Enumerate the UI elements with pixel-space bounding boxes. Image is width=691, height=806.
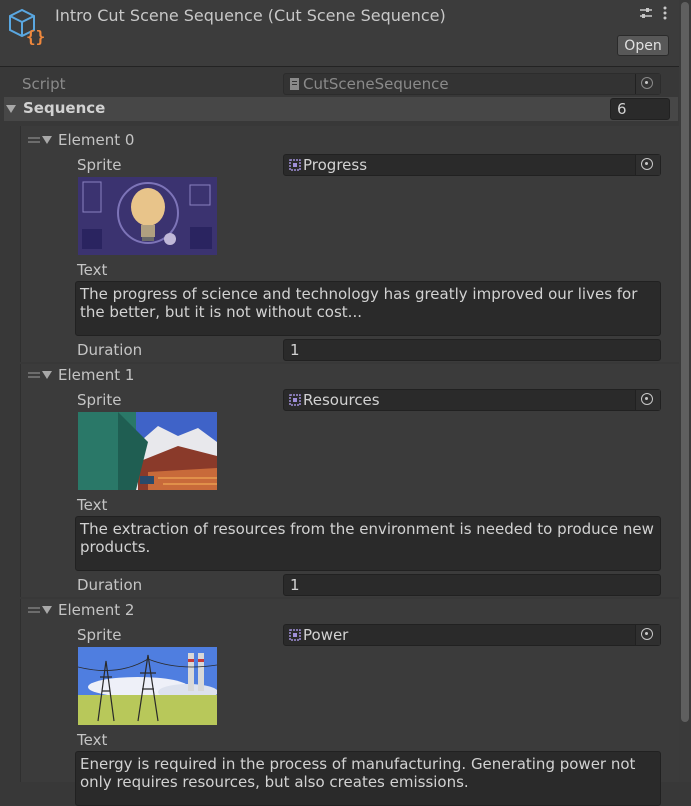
drag-handle-icon[interactable] <box>28 372 40 378</box>
sprite-value: Resources <box>303 391 380 409</box>
cs-script-icon <box>290 78 299 90</box>
text-label: Text <box>77 731 108 749</box>
element-label[interactable]: Element 1 <box>58 366 134 384</box>
window-title: Intro Cut Scene Sequence (Cut Scene Sequ… <box>55 6 446 25</box>
object-picker-icon[interactable] <box>635 625 660 645</box>
sequence-label: Sequence <box>23 99 106 117</box>
script-value: CutSceneSequence <box>303 75 449 93</box>
sequence-foldout[interactable]: Sequence <box>4 97 678 121</box>
scrollbar-thumb[interactable] <box>681 2 689 722</box>
sprite-icon <box>289 159 301 171</box>
foldout-arrow-icon[interactable] <box>42 606 52 614</box>
sprite-preview-image <box>78 177 217 255</box>
sprite-field[interactable]: Progress <box>283 154 661 176</box>
text-area[interactable]: The progress of science and technology h… <box>75 281 661 336</box>
sprite-field[interactable]: Power <box>283 624 661 646</box>
sprite-value: Power <box>303 626 349 644</box>
open-button[interactable]: Open <box>617 35 669 56</box>
sprite-label: Sprite <box>77 156 122 174</box>
sprite-preview-image <box>78 412 217 490</box>
svg-text:{}: {} <box>26 27 45 46</box>
script-field: CutSceneSequence <box>283 73 661 95</box>
sequence-size-field[interactable]: 6 <box>610 98 670 120</box>
element-label[interactable]: Element 2 <box>58 601 134 619</box>
duration-field[interactable]: 1 <box>283 574 661 596</box>
text-area[interactable]: Energy is required in the process of man… <box>75 751 661 806</box>
sprite-label: Sprite <box>77 626 122 644</box>
element-label[interactable]: Element 0 <box>58 131 134 149</box>
foldout-arrow-icon[interactable] <box>42 136 52 144</box>
text-area[interactable]: The extraction of resources from the env… <box>75 516 661 571</box>
text-label: Text <box>77 496 108 514</box>
object-picker-icon[interactable] <box>635 390 660 410</box>
script-picker-icon <box>635 74 660 94</box>
foldout-arrow-icon[interactable] <box>42 371 52 379</box>
kebab-menu-icon[interactable] <box>657 6 673 24</box>
duration-label: Duration <box>77 341 143 359</box>
sprite-icon <box>289 394 301 406</box>
foldout-arrow-icon[interactable] <box>6 105 16 113</box>
text-label: Text <box>77 261 108 279</box>
duration-field[interactable]: 1 <box>283 339 661 361</box>
sprite-field[interactable]: Resources <box>283 389 661 411</box>
inspector-header: {} Intro Cut Scene Sequence (Cut Scene S… <box>0 0 691 67</box>
sprite-label: Sprite <box>77 391 122 409</box>
drag-handle-icon[interactable] <box>28 607 40 613</box>
duration-label: Duration <box>77 576 143 594</box>
object-picker-icon[interactable] <box>635 155 660 175</box>
sprite-icon <box>289 629 301 641</box>
scriptable-object-icon: {} <box>9 8 45 46</box>
preset-icon[interactable] <box>638 6 654 24</box>
vertical-scrollbar[interactable] <box>679 0 691 782</box>
sprite-preview-image <box>78 647 217 725</box>
drag-handle-icon[interactable] <box>28 137 40 143</box>
sprite-value: Progress <box>303 156 368 174</box>
script-label: Script <box>22 75 66 93</box>
